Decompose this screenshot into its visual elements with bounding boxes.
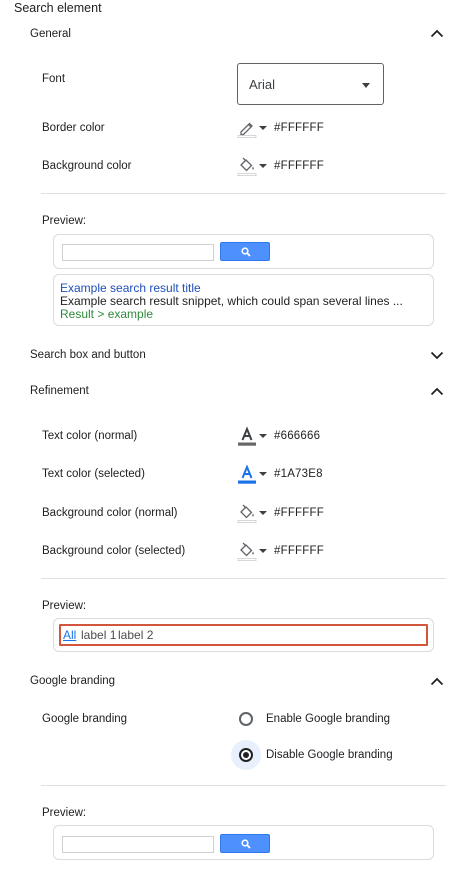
general-result-preview: Example search result title Example sear… <box>53 274 434 326</box>
refinement-preview-label: Preview: <box>42 600 87 612</box>
border-color-picker[interactable]: #FFFFFF <box>237 118 324 138</box>
preview-search-button[interactable] <box>220 242 270 261</box>
chevron-down-icon[interactable] <box>430 351 444 360</box>
enable-branding-label[interactable]: Enable Google branding <box>266 713 390 725</box>
chevron-up-icon[interactable] <box>430 29 444 38</box>
preview-search-input[interactable] <box>62 244 214 261</box>
picker-caret-icon <box>259 549 267 553</box>
background-color-normal-value: #FFFFFF <box>274 507 324 519</box>
google-branding-label: Google branding <box>42 713 128 725</box>
refinement-tab-label-1[interactable]: label 1 <box>81 628 116 642</box>
chevron-up-icon[interactable] <box>430 677 444 686</box>
general-search-preview <box>53 234 434 269</box>
background-color-label: Background color <box>42 160 132 172</box>
text-color-normal-label: Text color (normal) <box>42 430 138 442</box>
divider <box>41 578 446 579</box>
picker-caret-icon <box>259 126 267 130</box>
text-color-icon <box>238 426 256 446</box>
result-url: Result > example <box>60 307 154 321</box>
border-color-value: #FFFFFF <box>274 122 324 134</box>
refinement-tab-label-2[interactable]: label 2 <box>118 628 153 642</box>
disable-branding-label[interactable]: Disable Google branding <box>266 749 393 761</box>
text-color-selected-label: Text color (selected) <box>42 468 145 480</box>
page-title: Search element <box>14 1 102 15</box>
background-color-picker[interactable]: #FFFFFF <box>237 156 324 176</box>
caret-down-icon <box>362 83 370 88</box>
font-select-value: Arial <box>249 77 276 92</box>
picker-caret-icon <box>259 472 267 476</box>
paint-bucket-icon <box>237 504 257 523</box>
section-refinement-title: Refinement <box>30 385 89 397</box>
background-color-normal-label: Background color (normal) <box>42 507 178 519</box>
background-color-selected-label: Background color (selected) <box>42 545 186 557</box>
search-icon <box>241 839 251 849</box>
disable-branding-radio[interactable] <box>239 748 253 762</box>
paint-bucket-icon <box>237 157 257 176</box>
section-searchbox-title: Search box and button <box>30 349 146 361</box>
font-select[interactable]: Arial <box>237 63 384 105</box>
branding-preview-label: Preview: <box>42 807 87 819</box>
font-label: Font <box>42 73 66 85</box>
divider <box>41 193 446 194</box>
search-icon <box>241 247 251 257</box>
section-general-title: General <box>30 28 71 40</box>
preview-search-input[interactable] <box>62 836 214 853</box>
chevron-up-icon[interactable] <box>430 387 444 396</box>
background-color-selected-picker[interactable]: #FFFFFF <box>237 541 324 561</box>
pencil-icon <box>237 122 257 138</box>
preview-search-button[interactable] <box>220 834 270 853</box>
refinement-tab-all[interactable]: All <box>63 628 76 642</box>
background-color-value: #FFFFFF <box>274 160 324 172</box>
border-color-label: Border color <box>42 122 105 134</box>
section-branding-title: Google branding <box>30 675 116 687</box>
background-color-normal-picker[interactable]: #FFFFFF <box>237 503 324 523</box>
branding-search-preview <box>53 825 434 860</box>
general-preview-label: Preview: <box>42 215 87 227</box>
background-color-selected-value: #FFFFFF <box>274 545 324 557</box>
text-color-icon <box>238 464 256 484</box>
refinement-preview-tabs: All label 1 label 2 <box>59 624 428 646</box>
picker-caret-icon <box>259 511 267 515</box>
picker-caret-icon <box>259 434 267 438</box>
text-color-normal-value: #666666 <box>274 430 321 442</box>
paint-bucket-icon <box>237 542 257 561</box>
enable-branding-radio[interactable] <box>239 712 253 726</box>
divider <box>41 785 446 786</box>
text-color-normal-picker[interactable]: #666666 <box>237 426 320 446</box>
result-title[interactable]: Example search result title <box>60 281 201 295</box>
result-snippet: Example search result snippet, which cou… <box>60 294 403 308</box>
picker-caret-icon <box>259 164 267 168</box>
text-color-selected-value: #1A73E8 <box>274 468 323 480</box>
text-color-selected-picker[interactable]: #1A73E8 <box>237 464 323 484</box>
